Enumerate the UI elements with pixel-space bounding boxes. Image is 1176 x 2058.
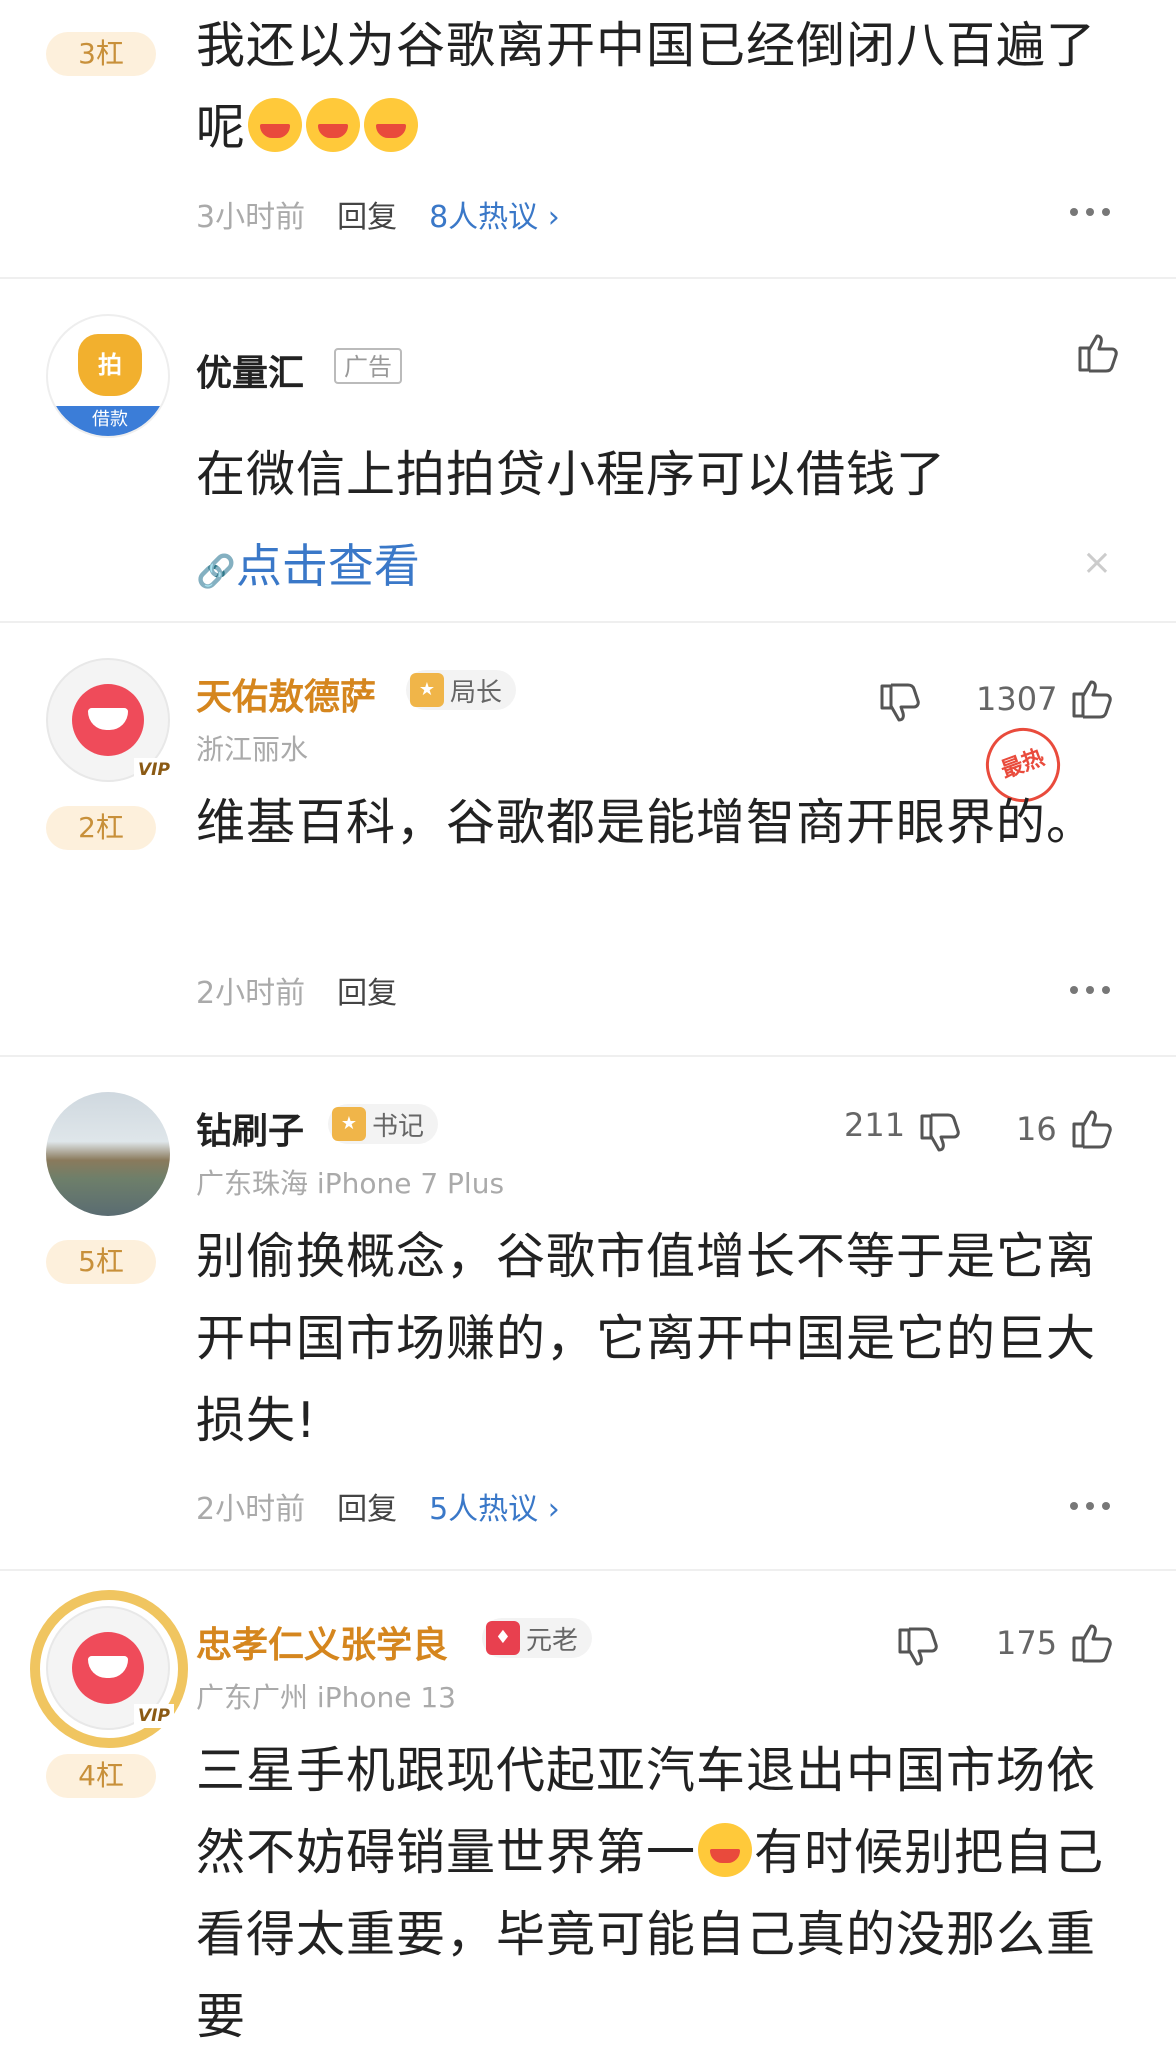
more-options-icon[interactable]	[1070, 208, 1110, 216]
avatar-mouth	[72, 684, 144, 756]
ad-text[interactable]: 在微信上拍拍贷小程序可以借钱了	[196, 434, 1120, 516]
thumbs-up-icon[interactable]	[1068, 674, 1116, 722]
discussion-link[interactable]: 8人热议 ›	[429, 192, 560, 236]
discussion-count: 8人热议	[429, 200, 539, 235]
comment-text: 维基百科，谷歌都是能增智商开眼界的。	[196, 794, 1097, 851]
divider	[0, 277, 1176, 279]
ad-link[interactable]: 🔗点击查看	[196, 530, 420, 596]
rank-badge: ★ 书记	[328, 1104, 439, 1144]
comment-item: 3杠 我还以为谷歌离开中国已经倒闭八百遍了呢 3小时前 回复 8人热议 ›	[0, 0, 1176, 280]
user-location: 广东珠海 iPhone 7 Plus	[196, 1162, 504, 1202]
advertiser-name[interactable]: 优量汇	[196, 344, 304, 396]
thumbs-up-icon[interactable]	[1068, 1618, 1116, 1666]
chevron-right-icon: ›	[547, 1492, 560, 1527]
rank-badge: ♦ 元老	[482, 1618, 593, 1658]
thumbs-down-icon[interactable]	[876, 680, 924, 728]
user-name[interactable]: 忠孝仁义张学良	[196, 1616, 448, 1668]
rank-label: 局长	[450, 677, 503, 708]
close-icon[interactable]: ×	[1082, 542, 1112, 583]
dislike-count: 211	[844, 1106, 906, 1144]
reply-button[interactable]: 回复	[337, 968, 397, 1012]
user-location: 浙江丽水	[196, 733, 309, 766]
advertiser-strip: 借款	[48, 406, 168, 436]
location-text: 广东广州	[196, 1681, 309, 1714]
comment-footer: 3小时前 回复 8人热议 ›	[196, 192, 560, 236]
advertiser-avatar[interactable]: 拍 借款	[46, 314, 170, 438]
user-name[interactable]: 天佑敖德萨	[196, 668, 376, 720]
chevron-right-icon: ›	[547, 200, 560, 235]
floor-badge: 4杠	[46, 1754, 156, 1798]
ad-item[interactable]: 拍 借款 优量汇 广告 在微信上拍拍贷小程序可以借钱了 🔗点击查看 ×	[0, 280, 1176, 620]
rank-shield-icon: ♦	[486, 1621, 520, 1655]
laughing-emoji-icon	[698, 1823, 753, 1877]
thumbs-up-icon[interactable]	[1068, 1104, 1116, 1152]
like-count: 175	[996, 1624, 1058, 1662]
floor-badge: 3杠	[46, 32, 156, 76]
discussion-count: 5人热议	[429, 1492, 539, 1527]
comment-text: 我还以为谷歌离开中国已经倒闭八百遍了呢	[196, 5, 1120, 169]
location-text: 广东珠海	[196, 1167, 309, 1200]
laughing-emoji-icon	[248, 98, 303, 152]
comment-text: 三星手机跟现代起亚汽车退出中国市场依然不妨碍销量世界第一 有时候别把自己看得太重要…	[196, 1730, 1120, 2058]
more-options-icon[interactable]	[1070, 986, 1110, 994]
divider	[0, 621, 1176, 623]
ad-link-label: 点击查看	[235, 539, 420, 593]
rank-shield-icon: ★	[410, 673, 444, 707]
ad-label: 广告	[334, 348, 402, 384]
like-count: 16	[1016, 1110, 1057, 1148]
avatar-mouth	[72, 1632, 144, 1704]
vip-badge: VIP	[134, 758, 174, 782]
vip-badge: VIP	[134, 1704, 174, 1728]
floor-badge: 5杠	[46, 1240, 156, 1284]
comment-item: VIP 天佑敖德萨 ★ 局长 浙江丽水 1307 最热 2杠 维基百科，谷歌都是能…	[0, 624, 1176, 1054]
rank-label: 书记	[372, 1111, 425, 1142]
rank-badge: ★ 局长	[406, 670, 517, 710]
laughing-emoji-icon	[364, 98, 419, 152]
thumbs-up-icon[interactable]	[1074, 328, 1122, 376]
reply-button[interactable]: 回复	[337, 192, 397, 236]
comment-time: 3小时前	[196, 200, 306, 235]
rank-label: 元老	[526, 1625, 579, 1656]
laughing-emoji-icon	[306, 98, 361, 152]
comment-footer: 2小时前 回复	[196, 968, 397, 1012]
rank-shield-icon: ★	[332, 1107, 366, 1141]
link-icon: 🔗	[196, 552, 236, 590]
like-count: 1307	[976, 680, 1058, 718]
comment-item: 钻刷子 ★ 书记 广东珠海 iPhone 7 Plus 211 16 5杠 别偷换…	[0, 1058, 1176, 1568]
user-name[interactable]: 钻刷子	[196, 1102, 304, 1154]
more-options-icon[interactable]	[1070, 1502, 1110, 1510]
comment-text: 别偷换概念，谷歌市值增长不等于是它离开中国市场赚的，它离开中国是它的巨大损失!	[196, 1228, 1097, 1449]
comment-item: VIP 忠孝仁义张学良 ♦ 元老 广东广州 iPhone 13 175 4杠 三星…	[0, 1572, 1176, 2045]
avatar[interactable]	[46, 1092, 170, 1216]
floor-badge: 2杠	[46, 806, 156, 850]
divider	[0, 1569, 1176, 1571]
thumbs-down-icon[interactable]	[894, 1624, 942, 1672]
user-location: 广东广州 iPhone 13	[196, 1676, 456, 1716]
reply-button[interactable]: 回复	[337, 1484, 397, 1528]
comment-time: 2小时前	[196, 976, 306, 1011]
comment-time: 2小时前	[196, 1492, 306, 1527]
divider	[0, 1055, 1176, 1057]
comment-footer: 2小时前 回复 5人热议 ›	[196, 1484, 560, 1528]
thumbs-down-icon[interactable]	[916, 1110, 964, 1158]
discussion-link[interactable]: 5人热议 ›	[429, 1484, 560, 1528]
device-text: iPhone 7 Plus	[316, 1167, 505, 1200]
device-text: iPhone 13	[316, 1681, 456, 1714]
money-bag-icon: 拍	[78, 334, 142, 396]
